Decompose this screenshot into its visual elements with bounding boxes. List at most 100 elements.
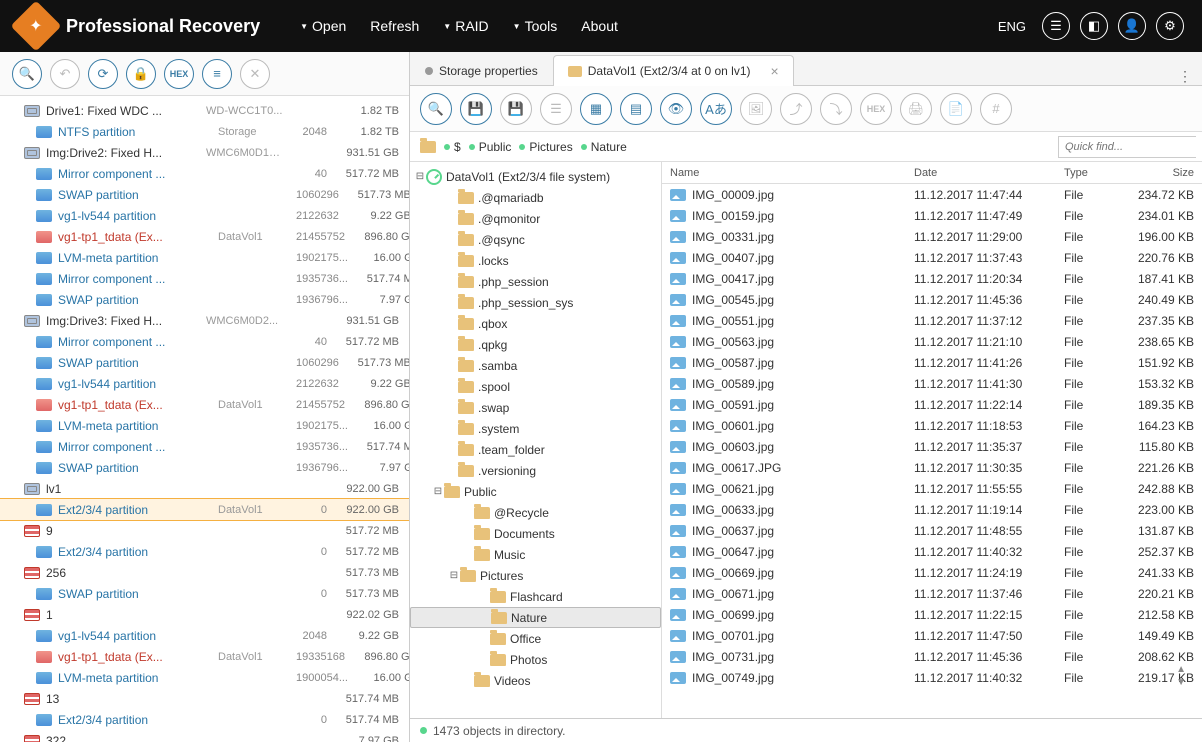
dir-tree[interactable]: ⊟DataVol1 (Ext2/3/4 file system).@qmaria…: [410, 162, 662, 718]
menu-raid[interactable]: ▼ RAID: [443, 18, 488, 34]
expand-icon[interactable]: ⊟: [448, 570, 460, 581]
file-row[interactable]: IMG_00647.jpg11.12.2017 11:40:32File252.…: [662, 541, 1202, 562]
file-row[interactable]: IMG_00587.jpg11.12.2017 11:41:26File151.…: [662, 352, 1202, 373]
storage-row[interactable]: LVM-meta partition1902175...16.00 GB: [0, 247, 409, 268]
dir-row[interactable]: ⊟Pictures: [410, 565, 661, 586]
lang-selector[interactable]: ENG: [998, 19, 1026, 34]
filter-icon[interactable]: ☰: [540, 93, 572, 125]
storage-row[interactable]: 256517.73 MB: [0, 562, 409, 583]
nav-up-icon[interactable]: ▲: [1176, 664, 1186, 675]
storage-row[interactable]: vg1-lv544 partition20489.22 GB: [0, 625, 409, 646]
image-icon[interactable]: 🖼: [740, 93, 772, 125]
col-size[interactable]: Size: [1116, 167, 1202, 179]
menu-tools[interactable]: ▼ Tools: [513, 18, 558, 34]
storage-row[interactable]: lv1922.00 GB: [0, 478, 409, 499]
storage-row[interactable]: Mirror component ...40517.72 MB: [0, 163, 409, 184]
file-row[interactable]: IMG_00633.jpg11.12.2017 11:19:14File223.…: [662, 499, 1202, 520]
file-row[interactable]: IMG_00701.jpg11.12.2017 11:47:50File149.…: [662, 625, 1202, 646]
save-sel-icon[interactable]: 💾: [500, 93, 532, 125]
file-row[interactable]: IMG_00417.jpg11.12.2017 11:20:34File187.…: [662, 268, 1202, 289]
file-row[interactable]: IMG_00749.jpg11.12.2017 11:40:32File219.…: [662, 667, 1202, 688]
file-row[interactable]: IMG_00159.jpg11.12.2017 11:47:49File234.…: [662, 205, 1202, 226]
dir-row[interactable]: .versioning: [410, 460, 661, 481]
storage-row[interactable]: 9517.72 MB: [0, 520, 409, 541]
tab[interactable]: DataVol1 (Ext2/3/4 at 0 on lv1)×: [553, 55, 794, 86]
file-row[interactable]: IMG_00699.jpg11.12.2017 11:22:15File212.…: [662, 604, 1202, 625]
nav-down-icon[interactable]: ▼: [1176, 677, 1186, 688]
storage-row[interactable]: Img:Drive2: Fixed H...WMC6M0D1P...931.51…: [0, 142, 409, 163]
dir-row[interactable]: Office: [410, 628, 661, 649]
export-icon[interactable]: ⤴: [780, 93, 812, 125]
crumb-seg[interactable]: $: [444, 140, 461, 154]
storage-tree[interactable]: Drive1: Fixed WDC ...WD-WCC1T0...1.82 TB…: [0, 96, 409, 742]
dir-row[interactable]: .@qsync: [410, 229, 661, 250]
dir-row[interactable]: Photos: [410, 649, 661, 670]
storage-row[interactable]: SWAP partition1936796...7.97 GB: [0, 289, 409, 310]
storage-row[interactable]: Mirror component ...1935736...517.74 MB: [0, 268, 409, 289]
storage-row[interactable]: vg1-tp1_tdata (Ex...DataVol121455752896.…: [0, 394, 409, 415]
view-icon[interactable]: ▤: [620, 93, 652, 125]
dir-row[interactable]: .@qmariadb: [410, 187, 661, 208]
crumb-seg[interactable]: Nature: [581, 140, 627, 154]
report-icon[interactable]: ☰: [1042, 12, 1070, 40]
file-row[interactable]: IMG_00545.jpg11.12.2017 11:45:36File240.…: [662, 289, 1202, 310]
dir-row[interactable]: .qpkg: [410, 334, 661, 355]
dir-row[interactable]: .qbox: [410, 313, 661, 334]
storage-row[interactable]: Ext2/3/4 partition0517.74 MB: [0, 709, 409, 730]
dir-row[interactable]: .spool: [410, 376, 661, 397]
dir-row[interactable]: Flashcard: [410, 586, 661, 607]
col-name[interactable]: Name: [662, 167, 906, 179]
dir-row[interactable]: @Recycle: [410, 502, 661, 523]
menu-refresh[interactable]: Refresh: [370, 18, 419, 34]
dir-row[interactable]: .@qmonitor: [410, 208, 661, 229]
storage-row[interactable]: SWAP partition0517.73 MB: [0, 583, 409, 604]
file-row[interactable]: IMG_00009.jpg11.12.2017 11:47:44File234.…: [662, 184, 1202, 205]
crumb-seg[interactable]: Pictures: [519, 140, 572, 154]
dir-row[interactable]: ⊟DataVol1 (Ext2/3/4 file system): [410, 166, 661, 187]
file-row[interactable]: IMG_00603.jpg11.12.2017 11:35:37File115.…: [662, 436, 1202, 457]
dir-row[interactable]: .locks: [410, 250, 661, 271]
file-list[interactable]: Name Date Type Size IMG_00009.jpg11.12.2…: [662, 162, 1202, 718]
file-row[interactable]: IMG_00589.jpg11.12.2017 11:41:30File153.…: [662, 373, 1202, 394]
list-icon[interactable]: ≡: [202, 59, 232, 89]
history-icon[interactable]: ↶: [50, 59, 80, 89]
storage-row[interactable]: NTFS partitionStorage20481.82 TB: [0, 121, 409, 142]
storage-row[interactable]: 13517.74 MB: [0, 688, 409, 709]
settings-icon[interactable]: ⚙: [1156, 12, 1184, 40]
storage-row[interactable]: 1922.02 GB: [0, 604, 409, 625]
print-icon[interactable]: 🖨: [900, 93, 932, 125]
storage-row[interactable]: LVM-meta partition1900054...16.00 GB: [0, 667, 409, 688]
storage-row[interactable]: LVM-meta partition1902175...16.00 GB: [0, 415, 409, 436]
col-date[interactable]: Date: [906, 167, 1056, 179]
breadcrumb[interactable]: $PublicPicturesNature: [410, 140, 1058, 154]
file-row[interactable]: IMG_00617.JPG11.12.2017 11:30:35File221.…: [662, 457, 1202, 478]
storage-row[interactable]: Ext2/3/4 partitionDataVol10922.00 GB: [0, 499, 409, 520]
file-row[interactable]: IMG_00601.jpg11.12.2017 11:18:53File164.…: [662, 415, 1202, 436]
file-row[interactable]: IMG_00591.jpg11.12.2017 11:22:14File189.…: [662, 394, 1202, 415]
storage-row[interactable]: vg1-lv544 partition21226329.22 GB: [0, 205, 409, 226]
dir-row[interactable]: .php_session_sys: [410, 292, 661, 313]
expand-icon[interactable]: ⊟: [414, 171, 426, 182]
refresh-icon[interactable]: ⟳: [88, 59, 118, 89]
dir-row[interactable]: .php_session: [410, 271, 661, 292]
storage-row[interactable]: vg1-lv544 partition21226329.22 GB: [0, 373, 409, 394]
panel-icon[interactable]: ◧: [1080, 12, 1108, 40]
search-icon[interactable]: 🔍: [420, 93, 452, 125]
storage-row[interactable]: vg1-tp1_tdata (Ex...DataVol121455752896.…: [0, 226, 409, 247]
dir-row[interactable]: Documents: [410, 523, 661, 544]
storage-row[interactable]: Drive1: Fixed WDC ...WD-WCC1T0...1.82 TB: [0, 100, 409, 121]
tab-close-icon[interactable]: ×: [771, 63, 779, 79]
col-type[interactable]: Type: [1056, 167, 1116, 179]
storage-row[interactable]: Img:Drive3: Fixed H...WMC6M0D2...931.51 …: [0, 310, 409, 331]
file-row[interactable]: IMG_00331.jpg11.12.2017 11:29:00File196.…: [662, 226, 1202, 247]
columns-icon[interactable]: ▦: [580, 93, 612, 125]
dir-row[interactable]: .system: [410, 418, 661, 439]
user-icon[interactable]: 👤: [1118, 12, 1146, 40]
dir-row[interactable]: Videos: [410, 670, 661, 691]
file-row[interactable]: IMG_00563.jpg11.12.2017 11:21:10File238.…: [662, 331, 1202, 352]
storage-row[interactable]: 3227.97 GB: [0, 730, 409, 742]
dir-row[interactable]: Music: [410, 544, 661, 565]
storage-row[interactable]: vg1-tp1_tdata (Ex...DataVol119335168896.…: [0, 646, 409, 667]
quick-find-input[interactable]: [1059, 137, 1202, 157]
import-icon[interactable]: ⤵: [820, 93, 852, 125]
